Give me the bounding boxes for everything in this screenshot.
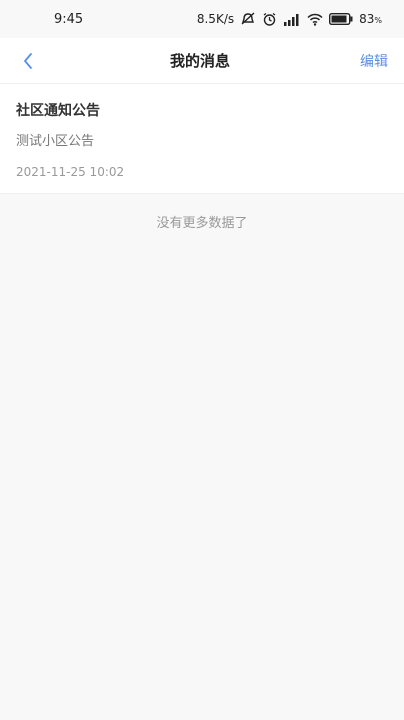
page-title: 我的消息 (169, 52, 230, 70)
alarm-icon (262, 12, 277, 27)
status-bar: 9:45 8.5K/s 83% (0, 0, 404, 38)
list-item[interactable]: 社区通知公告 测试小区公告 2021-11-25 10:02 (0, 84, 404, 194)
edit-button[interactable]: 编辑 (360, 51, 388, 71)
chevron-left-icon (24, 52, 32, 69)
message-time: 2021-11-25 10:02 (16, 165, 125, 179)
network-speed: 8.5K/s (196, 12, 235, 26)
no-more-data-text: 没有更多数据了 (156, 216, 248, 231)
battery-percent: 83% (359, 12, 382, 26)
back-button[interactable] (16, 49, 40, 73)
silent-icon (240, 12, 256, 26)
nav-bar: 我的消息 编辑 (0, 38, 404, 84)
status-icons: 8.5K/s 83% (197, 12, 382, 27)
wifi-icon (307, 13, 323, 26)
message-title: 社区通知公告 (16, 103, 100, 119)
status-time: 9:45 (54, 11, 84, 27)
signal-icon (283, 13, 301, 26)
battery-icon (329, 13, 353, 25)
message-content: 测试小区公告 (16, 134, 95, 149)
